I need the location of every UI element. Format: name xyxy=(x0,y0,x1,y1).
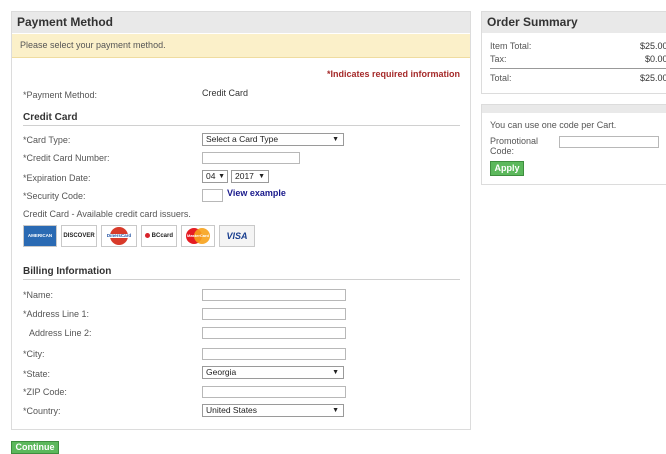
item-total-label: Item Total: xyxy=(490,41,532,51)
payment-notice: Please select your payment method. xyxy=(12,34,470,58)
exp-year-value: 2017 xyxy=(235,171,254,181)
card-number-input[interactable] xyxy=(202,152,300,164)
state-label: *State: xyxy=(23,369,51,379)
security-code-label: *Security Code: xyxy=(23,191,86,201)
promo-note: You can use one code per Cart. xyxy=(490,120,617,130)
address2-label: Address Line 2: xyxy=(29,328,92,338)
address1-label: *Address Line 1: xyxy=(23,309,90,319)
promo-panel-header xyxy=(482,105,666,113)
address2-input[interactable] xyxy=(202,327,346,339)
security-code-input[interactable] xyxy=(202,189,223,202)
card-type-label: *Card Type: xyxy=(23,135,71,145)
country-select-value: United States xyxy=(206,405,258,415)
credit-card-section-title: Credit Card xyxy=(23,112,78,123)
card-number-label: *Credit Card Number: xyxy=(23,153,110,163)
expiration-label: *Expiration Date: xyxy=(23,173,91,183)
country-select[interactable]: United States ▼ xyxy=(202,404,344,417)
payment-method-value: Credit Card xyxy=(202,88,249,98)
visa-logo: VISA xyxy=(219,225,255,247)
chevron-down-icon: ▼ xyxy=(332,369,339,376)
promo-code-input[interactable] xyxy=(559,136,659,148)
state-select[interactable]: Georgia ▼ xyxy=(202,366,344,379)
tax-label: Tax: xyxy=(490,54,507,64)
bccard-logo: BCcard xyxy=(141,225,177,247)
city-label: *City: xyxy=(23,349,45,359)
total-label: Total: xyxy=(490,73,512,83)
payment-method-label: *Payment Method: xyxy=(23,90,98,100)
mastercard-logo: MasterCard xyxy=(181,225,215,247)
promo-code-label: Promotional Code: xyxy=(490,136,539,156)
bccard-dot-icon xyxy=(144,232,150,238)
required-note: *Indicates required information xyxy=(326,69,460,79)
country-label: *Country: xyxy=(23,406,61,416)
payment-method-panel: Payment Method Please select your paymen… xyxy=(11,11,471,430)
promo-panel: You can use one code per Cart. Promotion… xyxy=(481,104,666,185)
zip-label: *ZIP Code: xyxy=(23,387,67,397)
name-label: *Name: xyxy=(23,290,54,300)
tax-value: $0.00 xyxy=(645,54,666,64)
name-input[interactable] xyxy=(202,289,346,301)
exp-month-value: 04 xyxy=(206,171,216,181)
amex-logo: AMERICAN EXPRESS xyxy=(23,225,57,247)
card-type-select-value: Select a Card Type xyxy=(206,134,279,144)
credit-card-divider xyxy=(23,125,460,126)
billing-divider xyxy=(23,279,460,280)
discover-logo: DISCOVER xyxy=(61,225,97,247)
card-issuers-text: Credit Card - Available credit card issu… xyxy=(23,209,191,219)
order-summary-title: Order Summary xyxy=(482,12,666,33)
state-select-value: Georgia xyxy=(206,367,237,377)
summary-divider xyxy=(490,68,666,69)
total-value: $25.00 xyxy=(640,73,666,83)
exp-month-select[interactable]: 04 ▼ xyxy=(202,170,228,183)
item-total-value: $25.00 xyxy=(640,41,666,51)
payment-notice-text: Please select your payment method. xyxy=(20,40,166,50)
chevron-down-icon: ▼ xyxy=(332,407,339,414)
exp-year-select[interactable]: 2017 ▼ xyxy=(231,170,269,183)
order-summary-panel: Order Summary Item Total: $25.00 Tax: $0… xyxy=(481,11,666,94)
payment-method-title: Payment Method xyxy=(12,12,470,33)
billing-section-title: Billing Information xyxy=(23,266,112,277)
chevron-down-icon: ▼ xyxy=(332,136,339,143)
apply-button[interactable]: Apply xyxy=(490,161,524,176)
zip-input[interactable] xyxy=(202,386,346,398)
view-example-link[interactable]: View example xyxy=(227,188,286,198)
address1-input[interactable] xyxy=(202,308,346,320)
continue-button[interactable]: Continue xyxy=(11,441,59,454)
chevron-down-icon: ▼ xyxy=(218,173,225,180)
city-input[interactable] xyxy=(202,348,346,360)
chevron-down-icon: ▼ xyxy=(258,173,265,180)
card-type-select[interactable]: Select a Card Type ▼ xyxy=(202,133,344,146)
diners-logo: DinersCard xyxy=(101,225,137,247)
